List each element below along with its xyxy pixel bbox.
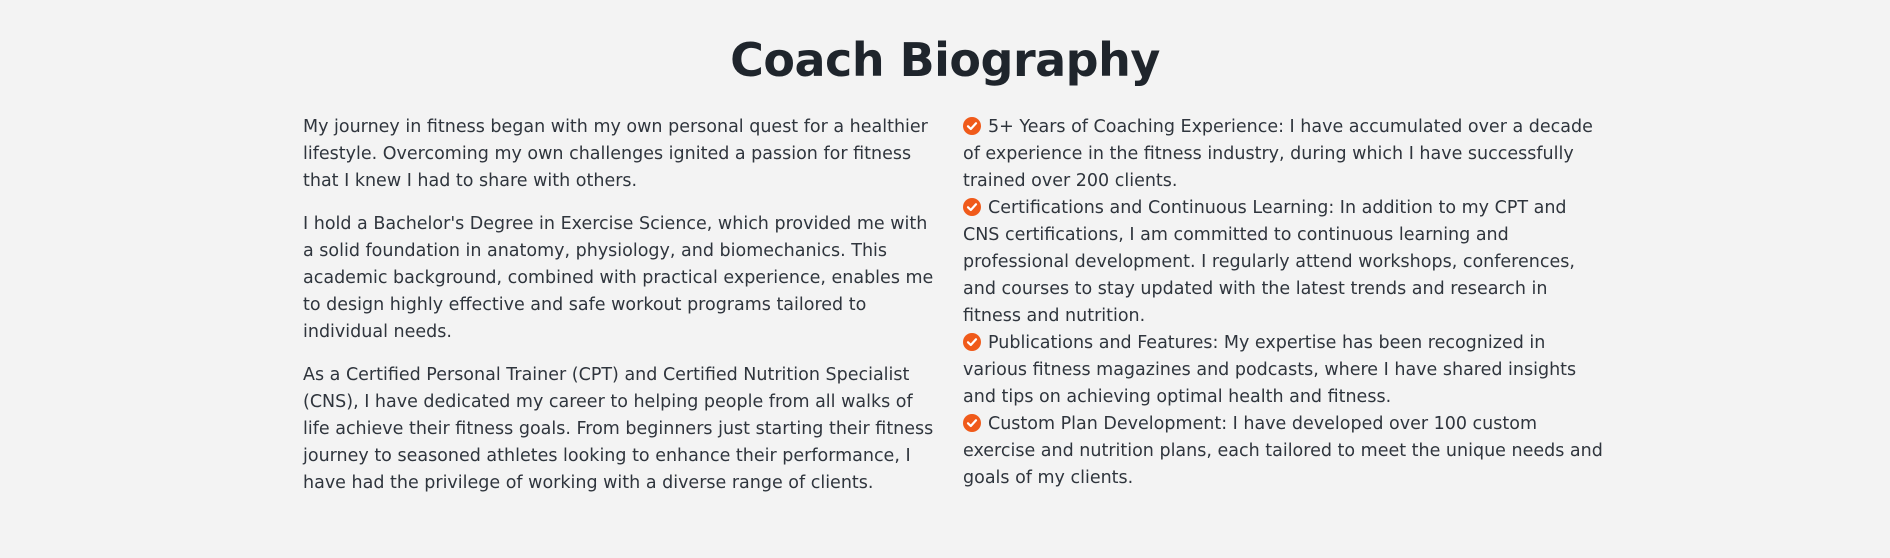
list-item: 5+ Years of Coaching Experience: I have … [963,114,1603,195]
list-item: Publications and Features: My expertise … [963,330,1603,411]
highlights-list: 5+ Years of Coaching Experience: I have … [963,114,1603,492]
biography-text: My journey in fitness began with my own … [303,114,943,513]
check-circle-icon [963,198,981,216]
list-item: Custom Plan Development: I have develope… [963,411,1603,492]
highlight-text: Custom Plan Development: I have develope… [963,414,1603,488]
check-circle-icon [963,414,981,432]
highlight-text: Certifications and Continuous Learning: … [963,198,1575,326]
bio-paragraph: My journey in fitness began with my own … [303,117,928,191]
check-circle-icon [963,333,981,351]
highlight-text: 5+ Years of Coaching Experience: I have … [963,117,1593,191]
check-circle-icon [963,117,981,135]
bio-paragraph: As a Certified Personal Trainer (CPT) an… [303,365,934,493]
bio-paragraph: I hold a Bachelor's Degree in Exercise S… [303,214,934,342]
list-item: Certifications and Continuous Learning: … [963,195,1603,330]
highlight-text: Publications and Features: My expertise … [963,333,1577,407]
page-title: Coach Biography [730,33,1160,87]
